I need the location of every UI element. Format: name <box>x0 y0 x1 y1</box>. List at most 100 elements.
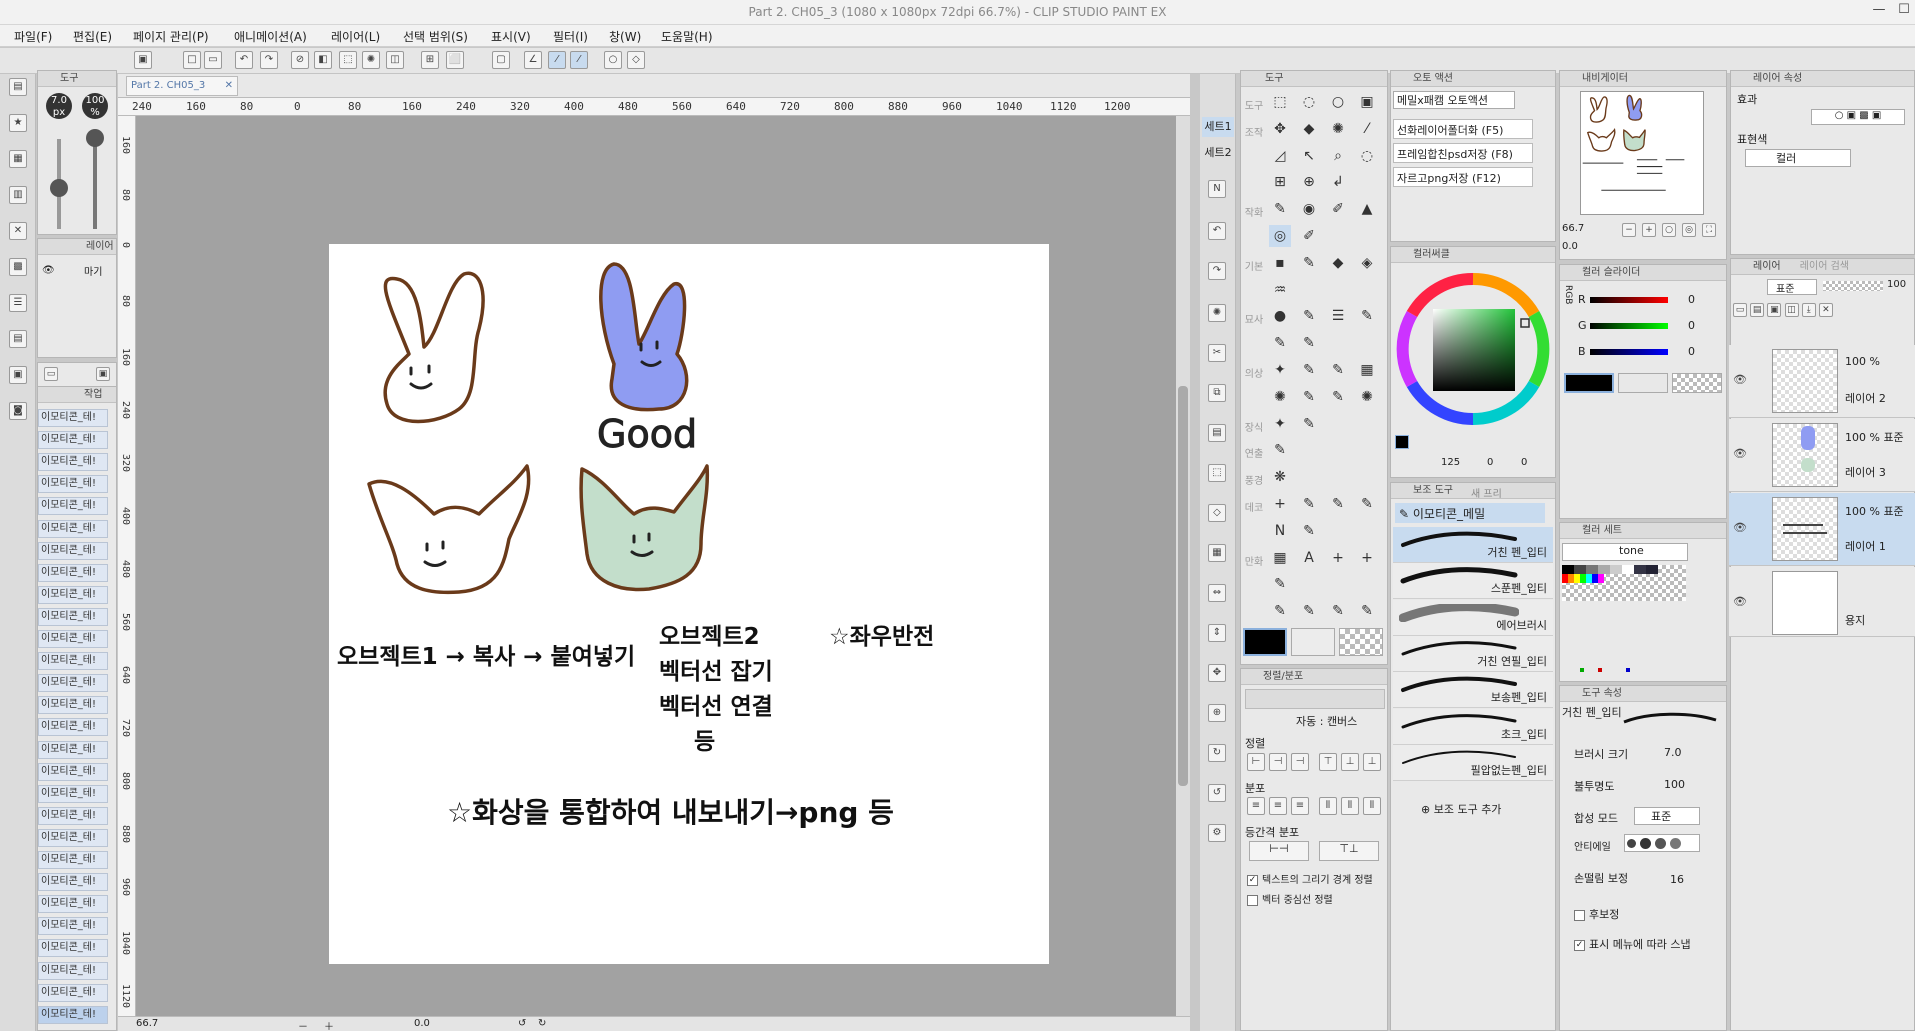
minimize-button[interactable]: — <box>1865 2 1893 22</box>
size-value[interactable]: 7.0 <box>1664 746 1682 759</box>
file-list-item[interactable]: 이모티콘_테! <box>38 585 108 604</box>
new-page-icon[interactable]: □ <box>183 51 201 69</box>
transform-icon[interactable]: ⬚ <box>339 51 357 69</box>
file-list-item[interactable]: 이모티콘_테! <box>38 674 108 693</box>
eye-icon[interactable]: 👁 <box>1733 521 1747 534</box>
document-tab[interactable]: Part 2. CH05_3 ✕ <box>126 76 238 96</box>
saturation-value[interactable]: 0 <box>1487 457 1493 468</box>
distribute-2-icon[interactable]: ≡ <box>1269 797 1287 815</box>
file-list-item[interactable]: 이모티콘_테! <box>38 431 108 450</box>
g-slider[interactable] <box>1590 323 1668 329</box>
tool-icon[interactable]: ▪ <box>1269 252 1291 274</box>
tool-icon[interactable]: ✎ <box>1298 305 1320 327</box>
mesh-icon[interactable]: ▦ <box>1208 544 1226 562</box>
nav-actual-icon[interactable]: ○ <box>1662 223 1676 237</box>
snap-ruler-icon[interactable]: ⁄ <box>548 51 566 69</box>
post-correction[interactable]: 후보정 <box>1574 906 1619 922</box>
select-all-icon[interactable]: ⊞ <box>421 51 439 69</box>
layer-row[interactable]: 👁 100 % 레이어 2 <box>1729 345 1915 418</box>
vertical-scroll-thumb[interactable] <box>1178 386 1188 786</box>
auto-action-item-3[interactable]: 자르고png저장 (F12) <box>1393 167 1533 187</box>
new-raster-layer-icon[interactable]: ▭ <box>1733 303 1747 317</box>
distribute-3-icon[interactable]: ≡ <box>1291 797 1309 815</box>
brush-item[interactable]: 스푼펜_입티 <box>1393 563 1553 600</box>
canvas-viewport[interactable]: Good 오브젝트1 → 복사 → 붙여넣기 오브젝트2 벡터선 잡기 벡터선 … <box>136 116 1190 1016</box>
tool-icon[interactable]: ◌ <box>1298 91 1320 113</box>
file-list-item[interactable]: 이모티콘_테! <box>38 607 108 626</box>
brush-item[interactable]: 필압없는펜_입티 <box>1393 744 1553 781</box>
tool-icon[interactable]: ✦ <box>1269 413 1291 435</box>
tool-icon[interactable]: ✎ <box>1356 600 1378 622</box>
menu-window[interactable]: 창(W) <box>609 28 641 45</box>
delete-layer-icon[interactable]: ✕ <box>1818 303 1833 317</box>
align-mode-selector[interactable] <box>1245 689 1385 709</box>
new-icon[interactable]: N <box>1208 180 1226 198</box>
tool-icon[interactable]: ◉ <box>1298 198 1320 220</box>
file-list-item[interactable]: 이모티콘_테! <box>38 541 108 560</box>
eye-icon[interactable]: 👁 <box>42 265 55 276</box>
file-list-item[interactable]: 이모티콘_테! <box>38 917 108 936</box>
tool-icon[interactable]: N <box>1269 520 1291 542</box>
layer-opacity-slider[interactable] <box>1823 281 1883 291</box>
color-wheel[interactable] <box>1395 271 1555 431</box>
tool-icon[interactable]: ◎ <box>1269 225 1291 247</box>
file-list-item[interactable]: 이모티콘_테! <box>38 961 108 980</box>
tool-icon[interactable]: ✺ <box>1356 386 1378 408</box>
redo-icon[interactable]: ↷ <box>260 51 278 69</box>
delete-icon[interactable]: ▣ <box>96 367 110 381</box>
tool-icon[interactable]: ✎ <box>1356 493 1378 515</box>
aa-selector[interactable] <box>1624 834 1700 852</box>
tool-icon[interactable]: + <box>1327 547 1349 569</box>
layer-name[interactable]: 용지 <box>1845 612 1865 628</box>
align-right-icon[interactable]: ⊣ <box>1291 753 1309 771</box>
tool-icon[interactable]: ✎ <box>1298 493 1320 515</box>
fill-icon[interactable]: ◧ <box>314 51 332 69</box>
material-icon[interactable]: ▤ <box>9 78 27 96</box>
cut-icon[interactable]: ✂ <box>1208 344 1226 362</box>
main-color-swatch[interactable] <box>1243 628 1287 656</box>
tool-icon[interactable]: ○ <box>1327 91 1349 113</box>
tool-icon[interactable]: ✎ <box>1327 359 1349 381</box>
b-slider[interactable] <box>1590 349 1668 355</box>
subtool-group[interactable]: ✎ 이모티콘_메밀 <box>1395 503 1545 523</box>
tool-icon[interactable]: ✺ <box>1269 386 1291 408</box>
layer-name[interactable]: 레이어 3 <box>1845 464 1886 480</box>
move-icon[interactable]: ✥ <box>1208 664 1226 682</box>
subtool-tab-2[interactable]: 새 프리 <box>1471 485 1502 500</box>
align-option-text[interactable]: ✓ 텍스트의 그리기 경계 정렬 <box>1247 871 1385 886</box>
set-tab-1[interactable]: 세트1 <box>1202 117 1234 137</box>
align-left-icon[interactable]: ⊢ <box>1247 753 1265 771</box>
tool-icon[interactable]: ✎ <box>1356 305 1378 327</box>
nav-fullscreen-icon[interactable]: ⛶ <box>1702 223 1716 237</box>
file-list-item[interactable]: 이모티콘_테! <box>38 630 108 648</box>
brush-item[interactable]: 거친 연필_입티 <box>1393 635 1553 672</box>
tool-icon[interactable]: ⌕ <box>1327 145 1349 167</box>
tool-icon[interactable]: ✎ <box>1269 198 1291 220</box>
auto-action-item-1[interactable]: 선화레이어폴더화 (F5) <box>1393 119 1533 139</box>
tool-icon[interactable]: ◈ <box>1356 252 1378 274</box>
tool-icon[interactable]: ◆ <box>1298 118 1320 140</box>
file-list-item[interactable]: 이모티콘_테! <box>38 453 108 472</box>
tool-icon[interactable]: ✎ <box>1269 573 1291 595</box>
file-list-item[interactable]: 이모티콘_테! <box>38 563 108 582</box>
layer-opacity-value[interactable]: 100 <box>1887 279 1906 290</box>
brush-item[interactable]: 보송펜_입티 <box>1393 672 1553 709</box>
rotate-right-icon[interactable]: ↻ <box>538 1018 546 1029</box>
tool-icon[interactable]: ↲ <box>1327 171 1349 193</box>
tool-icon[interactable]: ✎ <box>1269 600 1291 622</box>
nav-fit-icon[interactable]: ◎ <box>1682 223 1696 237</box>
eye-icon[interactable]: 👁 <box>1733 447 1747 460</box>
save-icon[interactable]: ▭ <box>204 51 222 69</box>
stabilize-value[interactable]: 16 <box>1670 873 1684 886</box>
navigator-angle[interactable]: 0.0 <box>1562 241 1578 252</box>
crop-icon[interactable]: ◫ <box>386 51 404 69</box>
layer-row[interactable]: 👁 용지 <box>1729 567 1915 637</box>
tool-icon[interactable]: ✎ <box>1327 493 1349 515</box>
distribute-6-icon[interactable]: ⦀ <box>1363 797 1381 815</box>
transparent-swatch[interactable] <box>1339 628 1383 656</box>
transform-side-icon[interactable]: ⬚ <box>1208 464 1226 482</box>
deselect-icon[interactable]: ⬜ <box>446 51 464 69</box>
vertical-scrollbar[interactable] <box>1176 116 1190 1016</box>
tool-icon[interactable]: ✎ <box>1269 332 1291 354</box>
mini-layer-name[interactable]: 마기 <box>84 263 102 278</box>
